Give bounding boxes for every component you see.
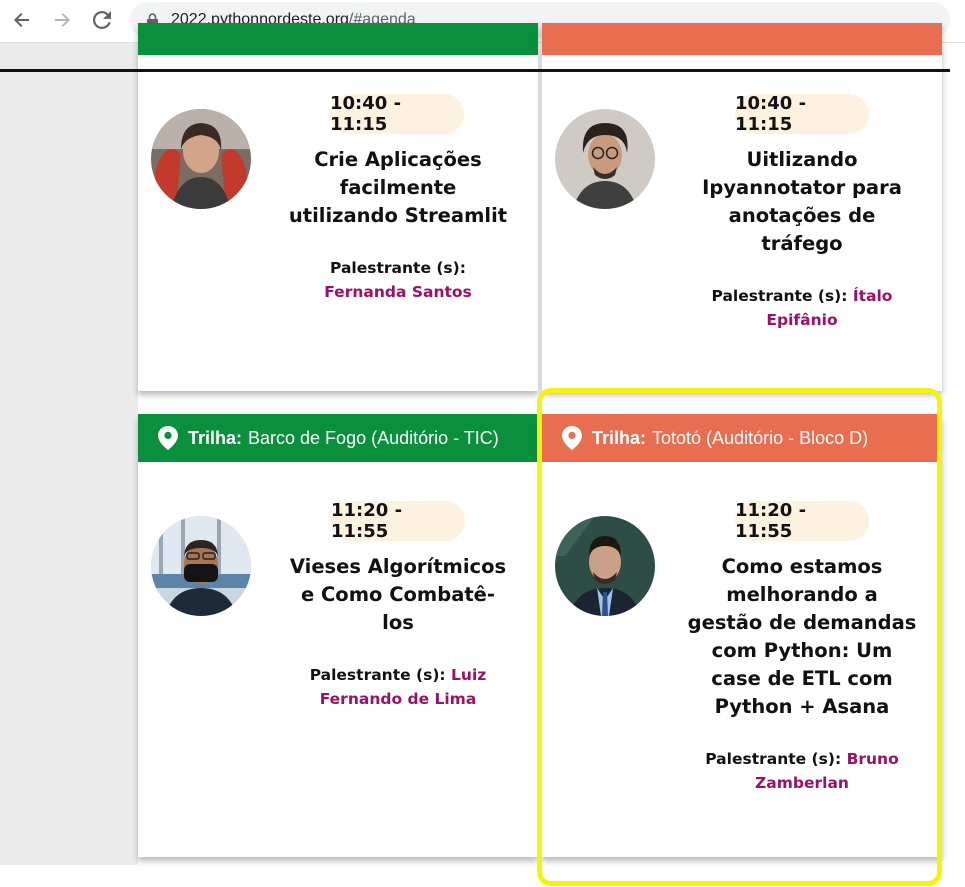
session-time: 11:20 - 11:55: [331, 500, 465, 542]
session-title-line: melhorando a: [726, 583, 878, 606]
speaker-info: Palestrante (s): Ítalo Epifânio: [672, 284, 932, 332]
track-label: Trilha:: [592, 427, 647, 448]
session-title-line: gestão de demandas: [687, 611, 917, 634]
session-title-line: los: [382, 611, 414, 634]
speaker-name-link[interactable]: Zamberlan: [672, 771, 932, 795]
speaker-label: Palestrante (s):: [330, 259, 466, 277]
speaker-name-link[interactable]: Luiz: [451, 666, 486, 684]
session-time: 11:20 - 11:55: [735, 500, 869, 542]
location-pin-icon: [562, 426, 582, 450]
speaker-avatar[interactable]: [555, 109, 655, 209]
speaker-name-link[interactable]: Epifânio: [672, 308, 932, 332]
session-title: Como estamos melhorando a gestão de dema…: [672, 553, 932, 721]
back-icon[interactable]: [8, 6, 36, 34]
speaker-info: Palestrante (s): Luiz Fernando de Lima: [268, 663, 528, 711]
session-title-line: anotações de: [728, 204, 876, 227]
session-title-line: Vieses Algorítmicos: [289, 555, 507, 578]
speaker-info: Palestrante (s): Bruno Zamberlan: [672, 747, 932, 795]
speaker-label: Palestrante (s):: [711, 287, 848, 305]
session-title-line: Crie Aplicações: [314, 148, 482, 171]
session-title-line: com Python: Um: [711, 639, 893, 662]
header-divider: [0, 69, 950, 72]
session-title: Crie Aplicações facilmente utilizando St…: [268, 146, 528, 230]
session-title-line: Uitlizando: [746, 148, 858, 171]
speaker-name-link[interactable]: Fernanda Santos: [268, 280, 528, 304]
speaker-avatar[interactable]: [151, 109, 251, 209]
session-title-line: facilmente: [339, 176, 457, 199]
session-title-line: Ipyannotator para: [702, 176, 902, 199]
track-name: Barco de Fogo (Auditório - TIC): [248, 427, 499, 448]
session-card: 10:40 - 11:15 Uitlizando Ipyannotator pa…: [542, 23, 942, 391]
track-bar: [138, 23, 538, 55]
speaker-label: Palestrante (s):: [705, 750, 842, 768]
agenda-page: 10:40 - 11:15 Crie Aplicações facilmente…: [0, 23, 965, 887]
session-title: Vieses Algorítmicos e Como Combatê- los: [268, 553, 528, 637]
session-title: Uitlizando Ipyannotator para anotações d…: [672, 146, 932, 258]
track-bar: Trilha: Barco de Fogo (Auditório - TIC): [138, 414, 538, 462]
speaker-name-link[interactable]: Fernando de Lima: [268, 687, 528, 711]
left-gutter: [0, 43, 138, 865]
session-card: 10:40 - 11:15 Crie Aplicações facilmente…: [138, 23, 538, 391]
session-title-line: utilizando Streamlit: [288, 204, 508, 227]
session-card: Trilha: Tototó (Auditório - Bloco D) 11:…: [542, 414, 942, 857]
speaker-label: Palestrante (s):: [309, 666, 446, 684]
session-card: Trilha: Barco de Fogo (Auditório - TIC) …: [138, 414, 538, 857]
track-label: Trilha:: [188, 427, 243, 448]
location-pin-icon: [158, 426, 178, 450]
session-title-line: Python + Asana: [714, 695, 890, 718]
speaker-name-link[interactable]: Bruno: [847, 750, 899, 768]
session-title-line: e Como Combatê-: [300, 583, 495, 606]
speaker-avatar[interactable]: [555, 516, 655, 616]
speaker-avatar[interactable]: [151, 516, 251, 616]
speaker-name-link[interactable]: Ítalo: [853, 287, 893, 305]
forward-icon[interactable]: [48, 6, 76, 34]
track-name: Tototó (Auditório - Bloco D): [652, 427, 869, 448]
session-title-line: Como estamos: [721, 555, 883, 578]
session-title-line: case de ETL com: [711, 667, 893, 690]
track-bar: [542, 23, 942, 55]
speaker-info: Palestrante (s): Fernanda Santos: [268, 256, 528, 304]
track-bar: Trilha: Tototó (Auditório - Bloco D): [542, 414, 942, 462]
session-time: 10:40 - 11:15: [330, 93, 464, 135]
session-title-line: tráfego: [761, 232, 843, 255]
session-time: 10:40 - 11:15: [735, 93, 869, 135]
reload-icon[interactable]: [88, 6, 116, 34]
